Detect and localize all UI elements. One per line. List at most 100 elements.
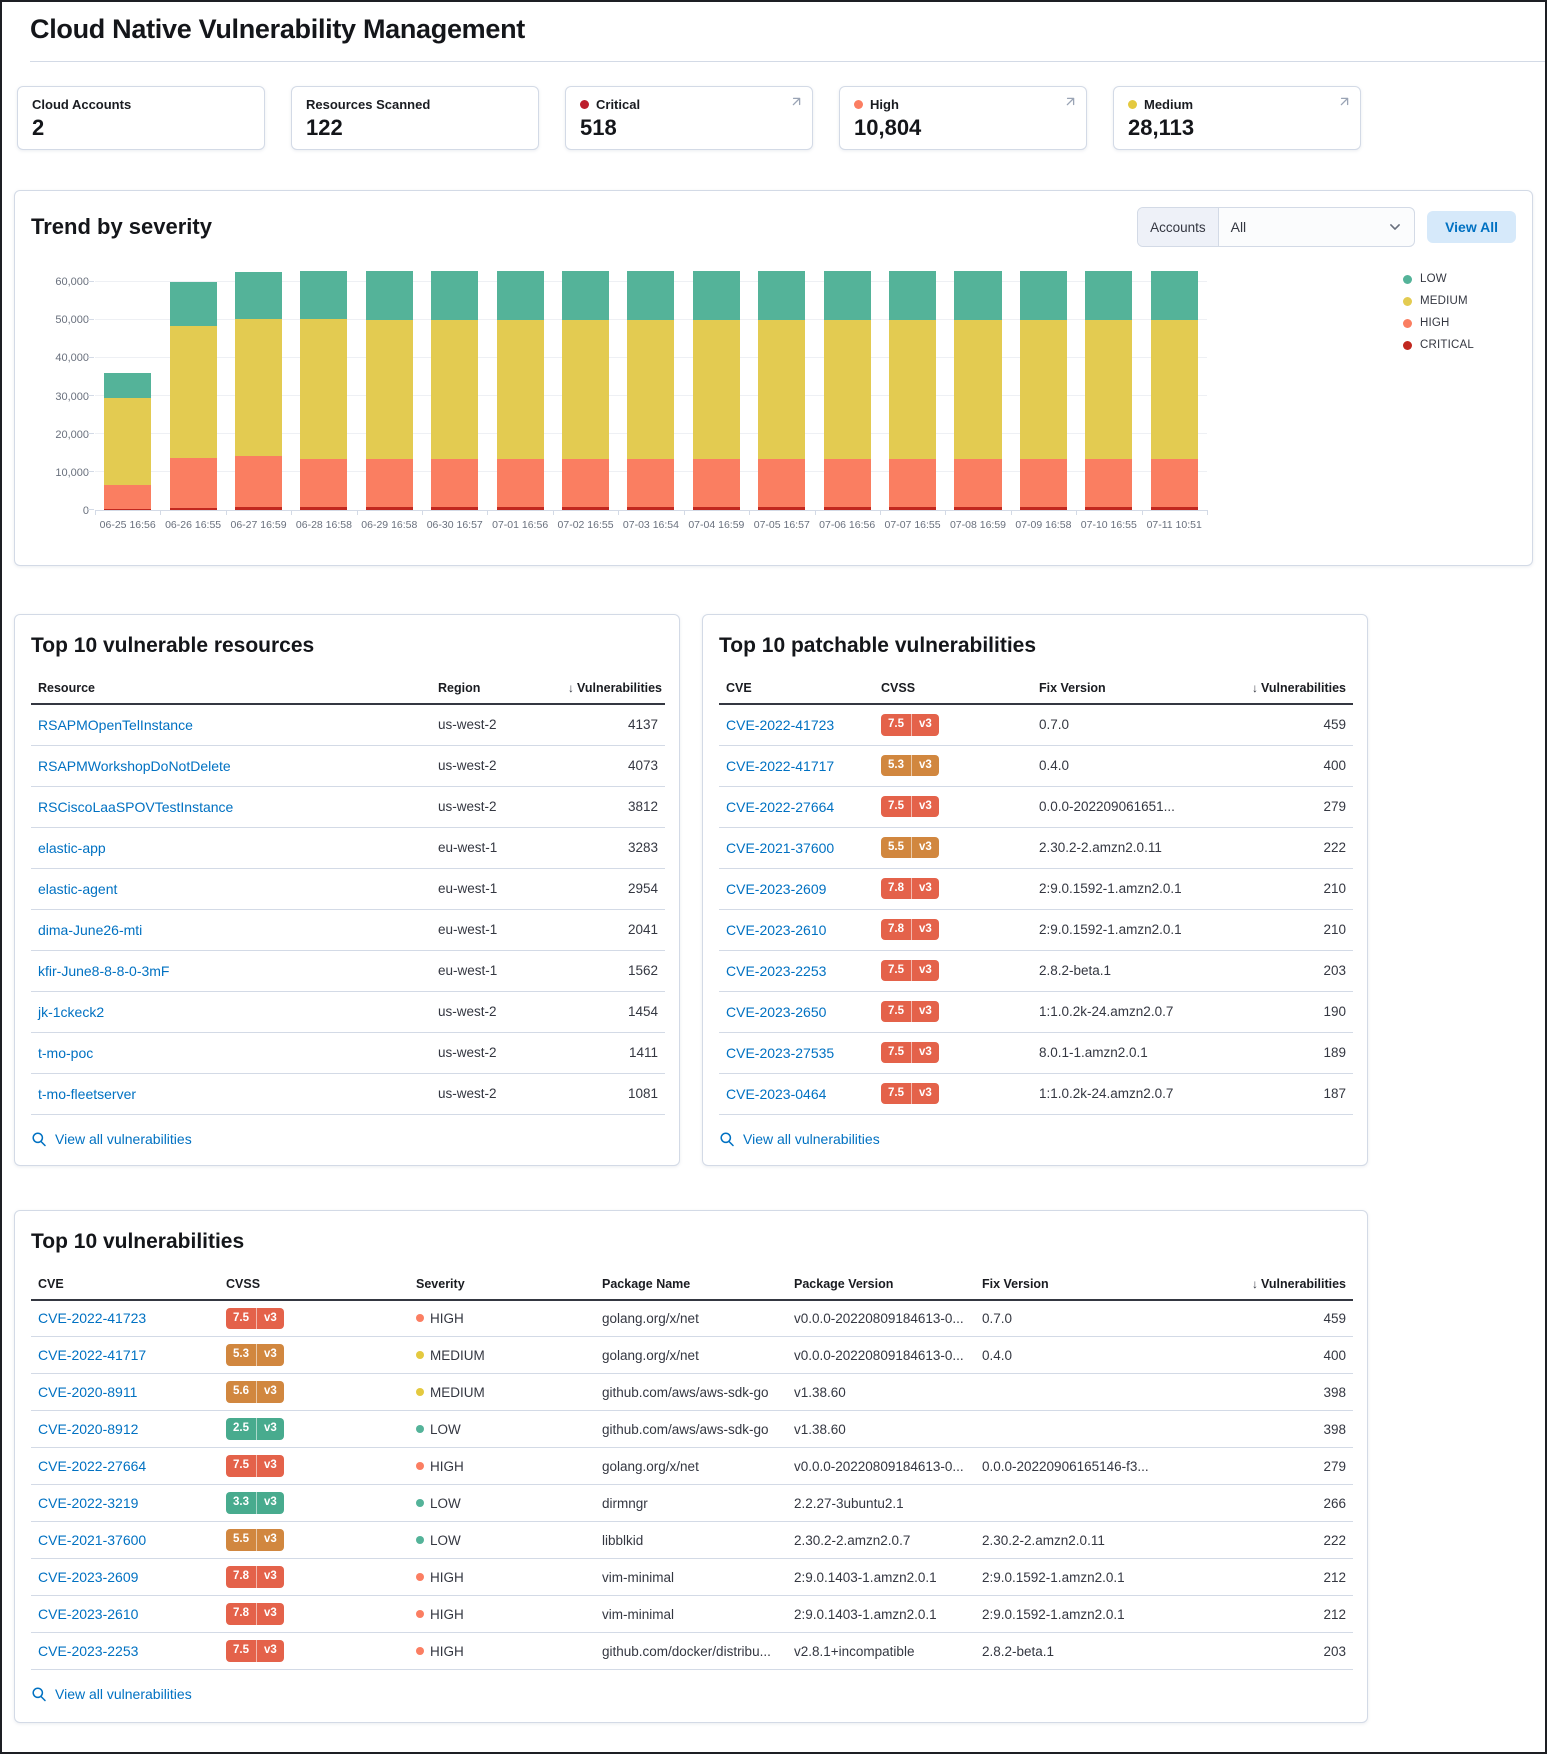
legend-item[interactable]: MEDIUM <box>1403 295 1474 307</box>
chart-segment-high[interactable] <box>889 459 936 507</box>
chart-segment-medium[interactable] <box>627 320 674 460</box>
chart-segment-high[interactable] <box>431 459 478 507</box>
chart-segment-medium[interactable] <box>824 320 871 460</box>
resource-link[interactable]: dima-June26-mti <box>38 922 142 938</box>
cve-link[interactable]: CVE-2022-3219 <box>38 1495 138 1511</box>
cve-link[interactable]: CVE-2022-41723 <box>726 717 834 733</box>
chart-segment-high[interactable] <box>1085 459 1132 507</box>
chart-segment-critical[interactable] <box>235 507 282 510</box>
chart-segment-high[interactable] <box>170 458 217 508</box>
chart-segment-high[interactable] <box>366 459 413 507</box>
chart-segment-medium[interactable] <box>693 320 740 460</box>
chart-segment-medium[interactable] <box>758 320 805 460</box>
chart-segment-critical[interactable] <box>170 508 217 510</box>
chart-segment-low[interactable] <box>431 271 478 319</box>
chart-segment-high[interactable] <box>954 459 1001 507</box>
chart-segment-low[interactable] <box>1020 271 1067 319</box>
chart-segment-medium[interactable] <box>1151 320 1198 460</box>
chart-segment-medium[interactable] <box>170 326 217 458</box>
cve-link[interactable]: CVE-2023-2610 <box>726 922 826 938</box>
chart-segment-high[interactable] <box>1151 459 1198 507</box>
chart-segment-medium[interactable] <box>954 320 1001 460</box>
cve-link[interactable]: CVE-2023-2610 <box>38 1606 138 1622</box>
column-header-severity[interactable]: Severity <box>409 1269 595 1300</box>
column-header-vulnerabilities[interactable]: ↓Vulnerabilities <box>1237 673 1353 704</box>
chart-segment-critical[interactable] <box>300 507 347 510</box>
chart-segment-low[interactable] <box>300 271 347 319</box>
column-header-package-name[interactable]: Package Name <box>595 1269 787 1300</box>
resource-link[interactable]: t-mo-fleetserver <box>38 1086 136 1102</box>
chart-segment-medium[interactable] <box>366 320 413 459</box>
chart-segment-low[interactable] <box>889 271 936 319</box>
chart-segment-low[interactable] <box>235 272 282 319</box>
cve-link[interactable]: CVE-2020-8912 <box>38 1421 138 1437</box>
chart-segment-low[interactable] <box>824 271 871 319</box>
chart-segment-low[interactable] <box>104 373 151 398</box>
chart-segment-high[interactable] <box>562 459 609 507</box>
chart-segment-critical[interactable] <box>1151 507 1198 510</box>
chart-segment-high[interactable] <box>693 459 740 507</box>
column-header-cve[interactable]: CVE <box>719 673 874 704</box>
chart-segment-low[interactable] <box>627 271 674 319</box>
column-header-resource[interactable]: Resource <box>31 673 431 704</box>
chart-segment-low[interactable] <box>693 271 740 319</box>
chart-segment-critical[interactable] <box>693 507 740 510</box>
stat-card[interactable]: Critical 518 <box>565 86 813 150</box>
column-header-cvss[interactable]: CVSS <box>219 1269 409 1300</box>
chart-segment-low[interactable] <box>366 271 413 319</box>
chart-segment-high[interactable] <box>824 459 871 507</box>
cve-link[interactable]: CVE-2023-2253 <box>726 963 826 979</box>
chart-segment-critical[interactable] <box>889 507 936 510</box>
chart-segment-high[interactable] <box>300 459 347 507</box>
chart-segment-low[interactable] <box>758 271 805 319</box>
chart-segment-critical[interactable] <box>758 507 805 510</box>
chart-segment-medium[interactable] <box>497 320 544 460</box>
column-header-vulnerabilities[interactable]: ↓Vulnerabilities <box>561 673 665 704</box>
view-all-vulnerabilities-link[interactable]: View all vulnerabilities <box>719 1131 880 1147</box>
column-header-vulnerabilities[interactable]: ↓Vulnerabilities <box>1225 1269 1353 1300</box>
cve-link[interactable]: CVE-2023-2253 <box>38 1643 138 1659</box>
cve-link[interactable]: CVE-2022-27664 <box>38 1458 146 1474</box>
chart-segment-critical[interactable] <box>1085 507 1132 510</box>
chart-segment-high[interactable] <box>758 459 805 507</box>
accounts-select[interactable]: Accounts All <box>1137 207 1415 247</box>
chart-segment-critical[interactable] <box>954 507 1001 510</box>
column-header-cvss[interactable]: CVSS <box>874 673 1032 704</box>
chart-segment-medium[interactable] <box>104 398 151 485</box>
chart-segment-medium[interactable] <box>235 319 282 457</box>
chart-segment-medium[interactable] <box>889 320 936 460</box>
chart-segment-low[interactable] <box>497 271 544 319</box>
view-all-vulnerabilities-link[interactable]: View all vulnerabilities <box>31 1131 192 1147</box>
cve-link[interactable]: CVE-2023-2609 <box>726 881 826 897</box>
chart-segment-critical[interactable] <box>104 509 151 510</box>
chart-segment-medium[interactable] <box>562 320 609 460</box>
chart-segment-low[interactable] <box>954 271 1001 319</box>
chart-segment-high[interactable] <box>497 459 544 507</box>
cve-link[interactable]: CVE-2023-0464 <box>726 1086 826 1102</box>
chart-segment-low[interactable] <box>170 282 217 325</box>
chart-segment-critical[interactable] <box>497 507 544 510</box>
chart-segment-critical[interactable] <box>366 507 413 510</box>
column-header-package-version[interactable]: Package Version <box>787 1269 975 1300</box>
chart-segment-critical[interactable] <box>627 507 674 510</box>
cve-link[interactable]: CVE-2021-37600 <box>38 1532 146 1548</box>
view-all-button[interactable]: View All <box>1427 211 1516 243</box>
column-header-fix-version[interactable]: Fix Version <box>1032 673 1237 704</box>
cve-link[interactable]: CVE-2023-27535 <box>726 1045 834 1061</box>
resource-link[interactable]: RSAPMWorkshopDoNotDelete <box>38 758 231 774</box>
chart-segment-critical[interactable] <box>431 507 478 510</box>
cve-link[interactable]: CVE-2022-27664 <box>726 799 834 815</box>
cve-link[interactable]: CVE-2023-2609 <box>38 1569 138 1585</box>
chart-segment-low[interactable] <box>562 271 609 319</box>
view-all-vulnerabilities-link[interactable]: View all vulnerabilities <box>31 1686 192 1702</box>
chart-segment-medium[interactable] <box>1020 320 1067 460</box>
cve-link[interactable]: CVE-2023-2650 <box>726 1004 826 1020</box>
stat-card[interactable]: Medium 28,113 <box>1113 86 1361 150</box>
chart-segment-critical[interactable] <box>562 507 609 510</box>
resource-link[interactable]: jk-1ckeck2 <box>38 1004 104 1020</box>
chart-segment-critical[interactable] <box>1020 507 1067 510</box>
resource-link[interactable]: RSCiscoLaaSPOVTestInstance <box>38 799 233 815</box>
legend-item[interactable]: LOW <box>1403 273 1474 285</box>
cve-link[interactable]: CVE-2022-41723 <box>38 1310 146 1326</box>
resource-link[interactable]: elastic-app <box>38 840 106 856</box>
